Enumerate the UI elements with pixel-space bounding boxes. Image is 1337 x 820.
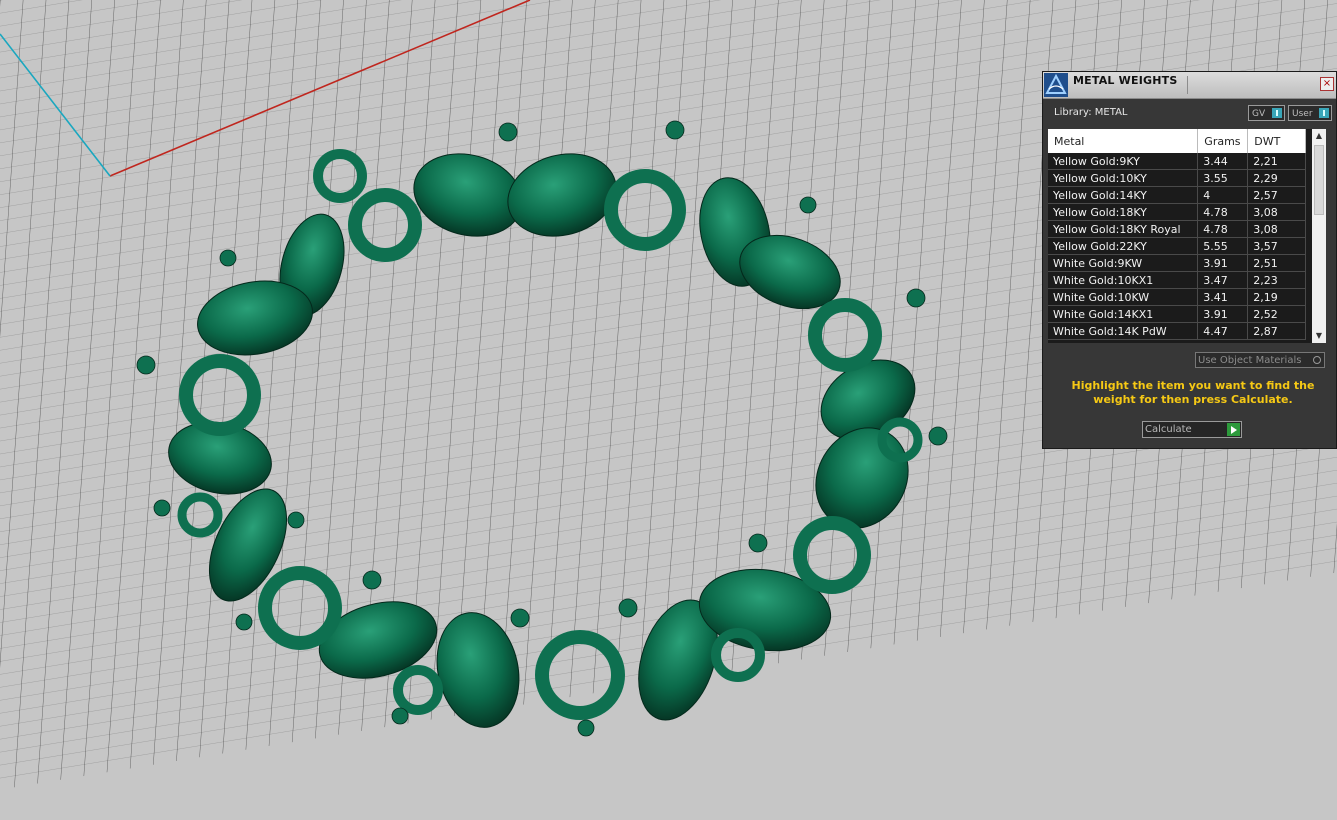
metal-cell: White Gold:14K PdW (1048, 322, 1199, 340)
user-toggle-label: User (1292, 109, 1313, 119)
gv-toggle[interactable]: GV (1248, 105, 1285, 121)
table-row[interactable]: White Gold:9KW 3.91 2,51 (1048, 254, 1306, 272)
dwt-cell: 2,57 (1247, 186, 1306, 204)
title-divider (1187, 76, 1188, 94)
scrollbar-thumb[interactable] (1314, 145, 1324, 215)
metal-cell: White Gold:10KX1 (1048, 271, 1199, 289)
toggle-switch-icon (1319, 108, 1329, 118)
table-header-row: Metal Grams DWT (1048, 129, 1306, 153)
toggle-switch-icon (1272, 108, 1282, 118)
grams-cell: 3.91 (1197, 254, 1249, 272)
grams-cell: 4.78 (1197, 220, 1249, 238)
metal-cell: White Gold:9KW (1048, 254, 1199, 272)
dwt-cell: 2,21 (1247, 153, 1306, 170)
metal-cell: White Gold:14KX1 (1048, 305, 1199, 323)
metal-cell: Yellow Gold:9KY (1048, 153, 1199, 170)
radio-icon (1313, 356, 1321, 364)
gv-toggle-label: GV (1252, 109, 1266, 119)
use-object-materials-checkbox[interactable]: Use Object Materials (1195, 352, 1325, 368)
dwt-cell: 3,08 (1247, 203, 1306, 221)
column-header-dwt[interactable]: DWT (1247, 129, 1306, 153)
scroll-down-icon[interactable]: ▼ (1312, 329, 1326, 343)
table-row[interactable]: Yellow Gold:22KY 5.55 3,57 (1048, 237, 1306, 255)
dwt-cell: 3,57 (1247, 237, 1306, 255)
table-row[interactable]: White Gold:10KX1 3.47 2,23 (1048, 271, 1306, 289)
table-row[interactable]: Yellow Gold:10KY 3.55 2,29 (1048, 169, 1306, 187)
dwt-cell: 2,23 (1247, 271, 1306, 289)
calculate-label: Calculate (1145, 424, 1192, 435)
metal-cell: Yellow Gold:18KY Royal (1048, 220, 1199, 238)
instruction-text: Highlight the item you want to find the … (1071, 379, 1315, 406)
grams-cell: 3.55 (1197, 169, 1249, 187)
grams-cell: 3.47 (1197, 271, 1249, 289)
grams-cell: 3.91 (1197, 305, 1249, 323)
table-row[interactable]: White Gold:14KX1 3.91 2,52 (1048, 305, 1306, 323)
metal-cell: Yellow Gold:10KY (1048, 169, 1199, 187)
grams-cell: 4.47 (1197, 322, 1249, 340)
dwt-cell: 2,52 (1247, 305, 1306, 323)
metal-cell: White Gold:10KW (1048, 288, 1199, 306)
panel-title: METAL WEIGHTS (1073, 74, 1178, 87)
close-icon[interactable]: × (1320, 77, 1334, 91)
calculate-button[interactable]: Calculate (1142, 421, 1242, 438)
table-row[interactable]: Yellow Gold:9KY 3.44 2,21 (1048, 153, 1306, 170)
dwt-cell: 2,19 (1247, 288, 1306, 306)
dwt-cell: 2,29 (1247, 169, 1306, 187)
table-row[interactable]: White Gold:14K PdW 4.47 2,87 (1048, 322, 1306, 340)
play-icon (1227, 423, 1240, 436)
scroll-up-icon[interactable]: ▲ (1312, 129, 1326, 143)
grams-cell: 4 (1197, 186, 1249, 204)
table-row[interactable]: Yellow Gold:18KY 4.78 3,08 (1048, 203, 1306, 221)
metal-weights-panel: METAL WEIGHTS × Library: METAL GV User M… (1042, 71, 1337, 449)
table-row[interactable]: Yellow Gold:14KY 4 2,57 (1048, 186, 1306, 204)
dwt-cell: 2,87 (1247, 322, 1306, 340)
metal-cell: Yellow Gold:18KY (1048, 203, 1199, 221)
metal-cell: Yellow Gold:14KY (1048, 186, 1199, 204)
panel-titlebar[interactable]: METAL WEIGHTS × (1043, 72, 1336, 99)
grams-cell: 5.55 (1197, 237, 1249, 255)
user-toggle[interactable]: User (1288, 105, 1332, 121)
dwt-cell: 3,08 (1247, 220, 1306, 238)
grams-cell: 3.44 (1197, 153, 1249, 170)
table-row[interactable]: Yellow Gold:18KY Royal 4.78 3,08 (1048, 220, 1306, 238)
metal-table[interactable]: Metal Grams DWT Yellow Gold:9KY 3.44 2,21 … (1048, 129, 1326, 343)
table-scrollbar[interactable]: ▲ ▼ (1312, 129, 1326, 343)
app-logo-icon (1044, 73, 1068, 97)
table-row[interactable]: White Gold:10KW 3.41 2,19 (1048, 288, 1306, 306)
metal-cell: Yellow Gold:22KY (1048, 237, 1199, 255)
grams-cell: 3.41 (1197, 288, 1249, 306)
column-header-grams[interactable]: Grams (1197, 129, 1249, 153)
use-object-materials-label: Use Object Materials (1198, 355, 1302, 366)
library-label: Library: METAL (1054, 107, 1128, 118)
grams-cell: 4.78 (1197, 203, 1249, 221)
column-header-metal[interactable]: Metal (1048, 129, 1199, 153)
dwt-cell: 2,51 (1247, 254, 1306, 272)
